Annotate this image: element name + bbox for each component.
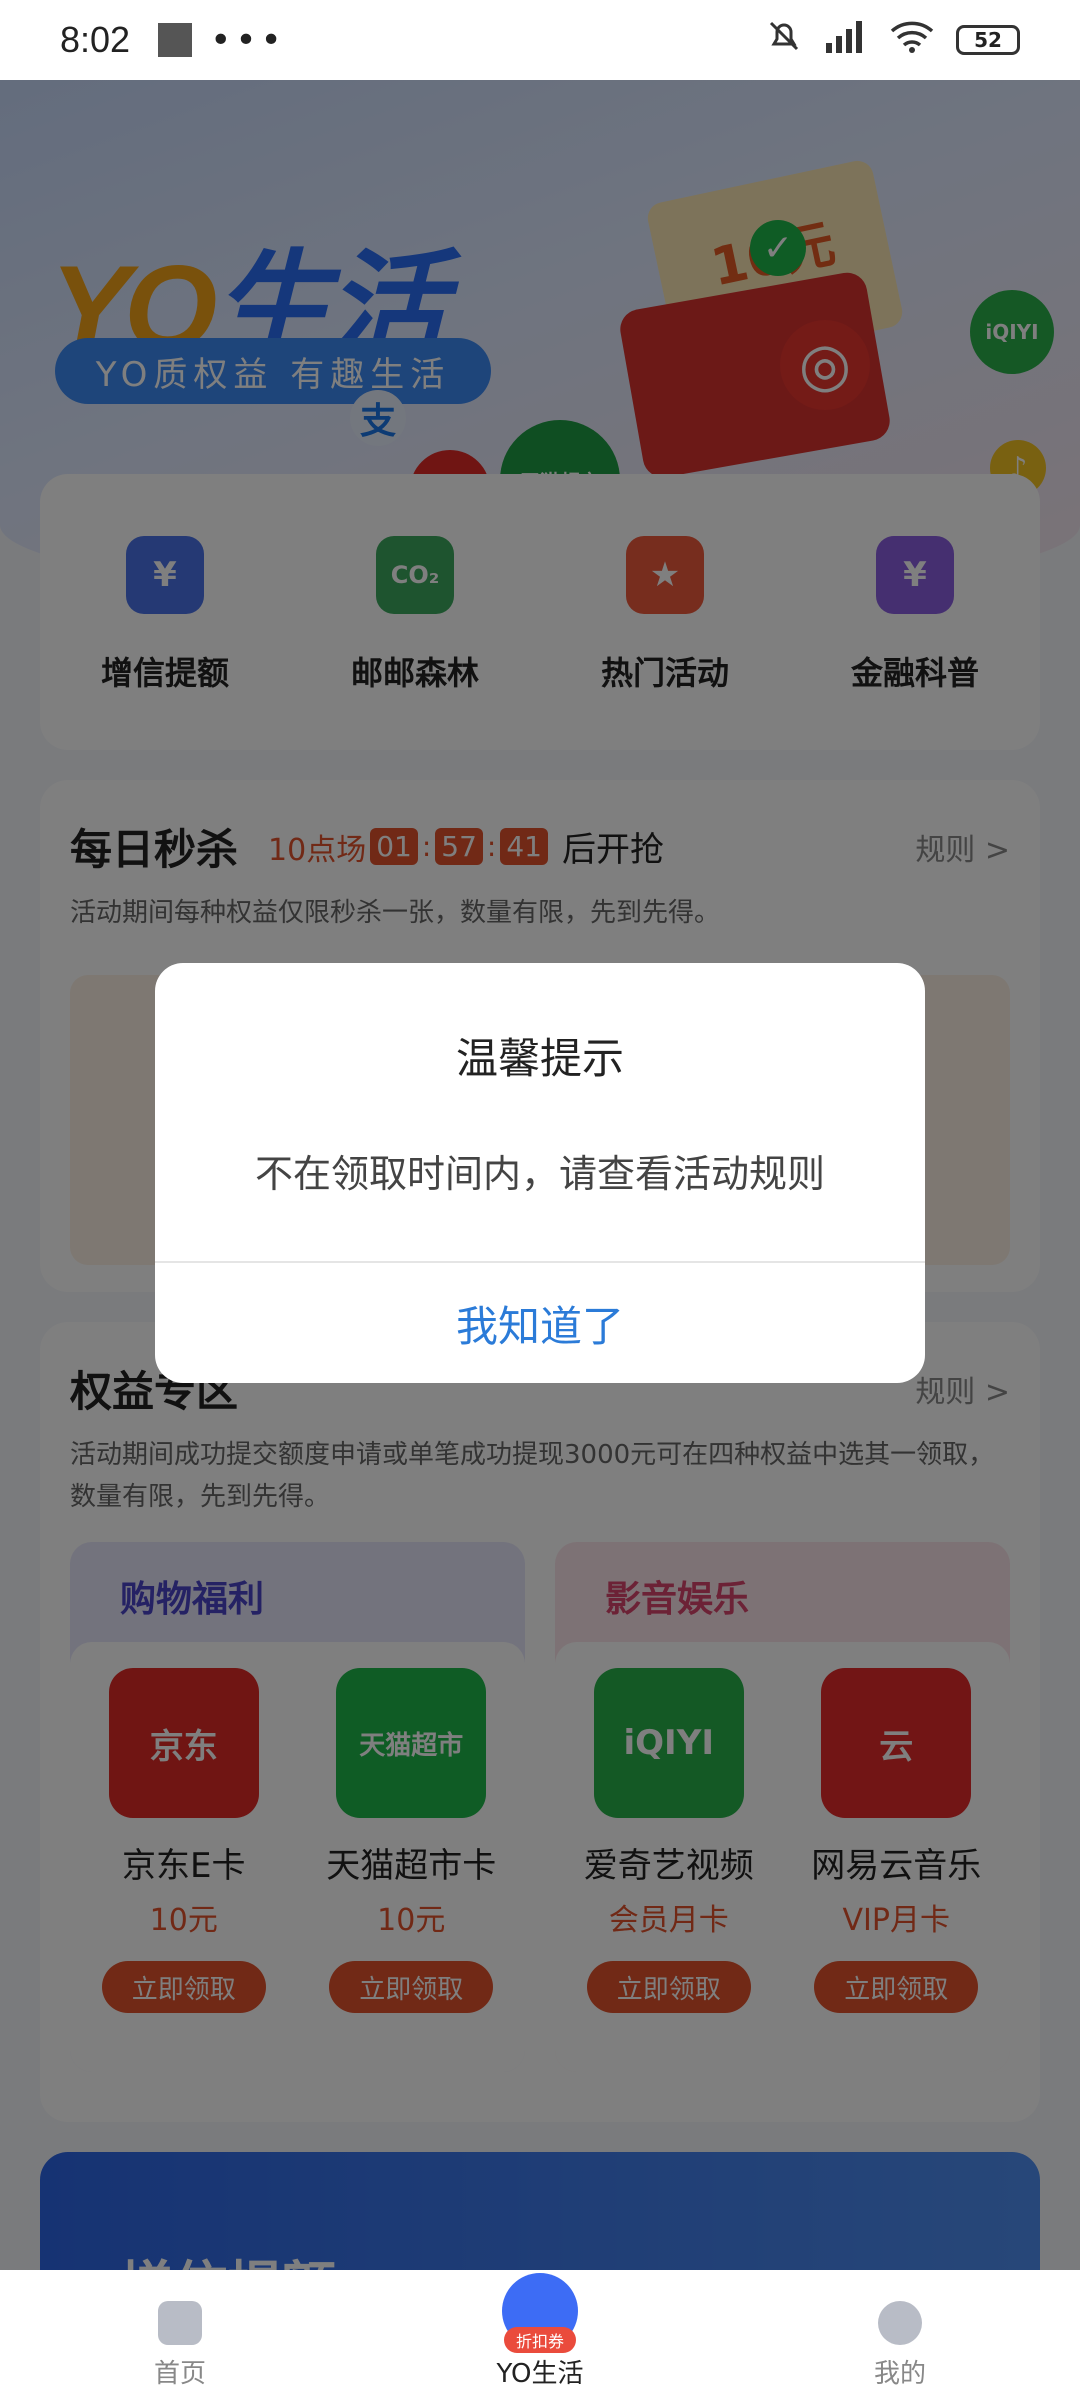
tip-dialog: 温馨提示 不在领取时间内，请查看活动规则 我知道了	[155, 963, 925, 1383]
mute-icon	[766, 18, 802, 63]
clock: 8:02	[60, 19, 131, 60]
notification-icon	[158, 23, 193, 57]
status-bar: 8:02 ••• 52	[0, 0, 1080, 80]
discount-badge: 折扣券	[504, 2327, 576, 2353]
home-icon	[158, 2301, 202, 2345]
user-icon	[878, 2301, 922, 2345]
tab-yo-life[interactable]: 折扣券 YO生活	[440, 2273, 640, 2390]
wifi-icon	[890, 19, 934, 62]
tab-home[interactable]: 首页	[80, 2301, 280, 2390]
acknowledge-button[interactable]: 我知道了	[155, 1263, 925, 1383]
battery-icon: 52	[956, 25, 1020, 55]
tab-mine[interactable]: 我的	[800, 2301, 1000, 2390]
dialog-title: 温馨提示	[455, 1034, 624, 1083]
signal-icon	[824, 19, 868, 62]
shopping-bag-icon: 折扣券	[502, 2273, 578, 2353]
dialog-message: 不在领取时间内，请查看活动规则	[254, 1152, 825, 1196]
more-notifications-icon: •••	[210, 19, 286, 61]
bottom-tab-bar: 首页 折扣券 YO生活 我的	[0, 2270, 1080, 2400]
